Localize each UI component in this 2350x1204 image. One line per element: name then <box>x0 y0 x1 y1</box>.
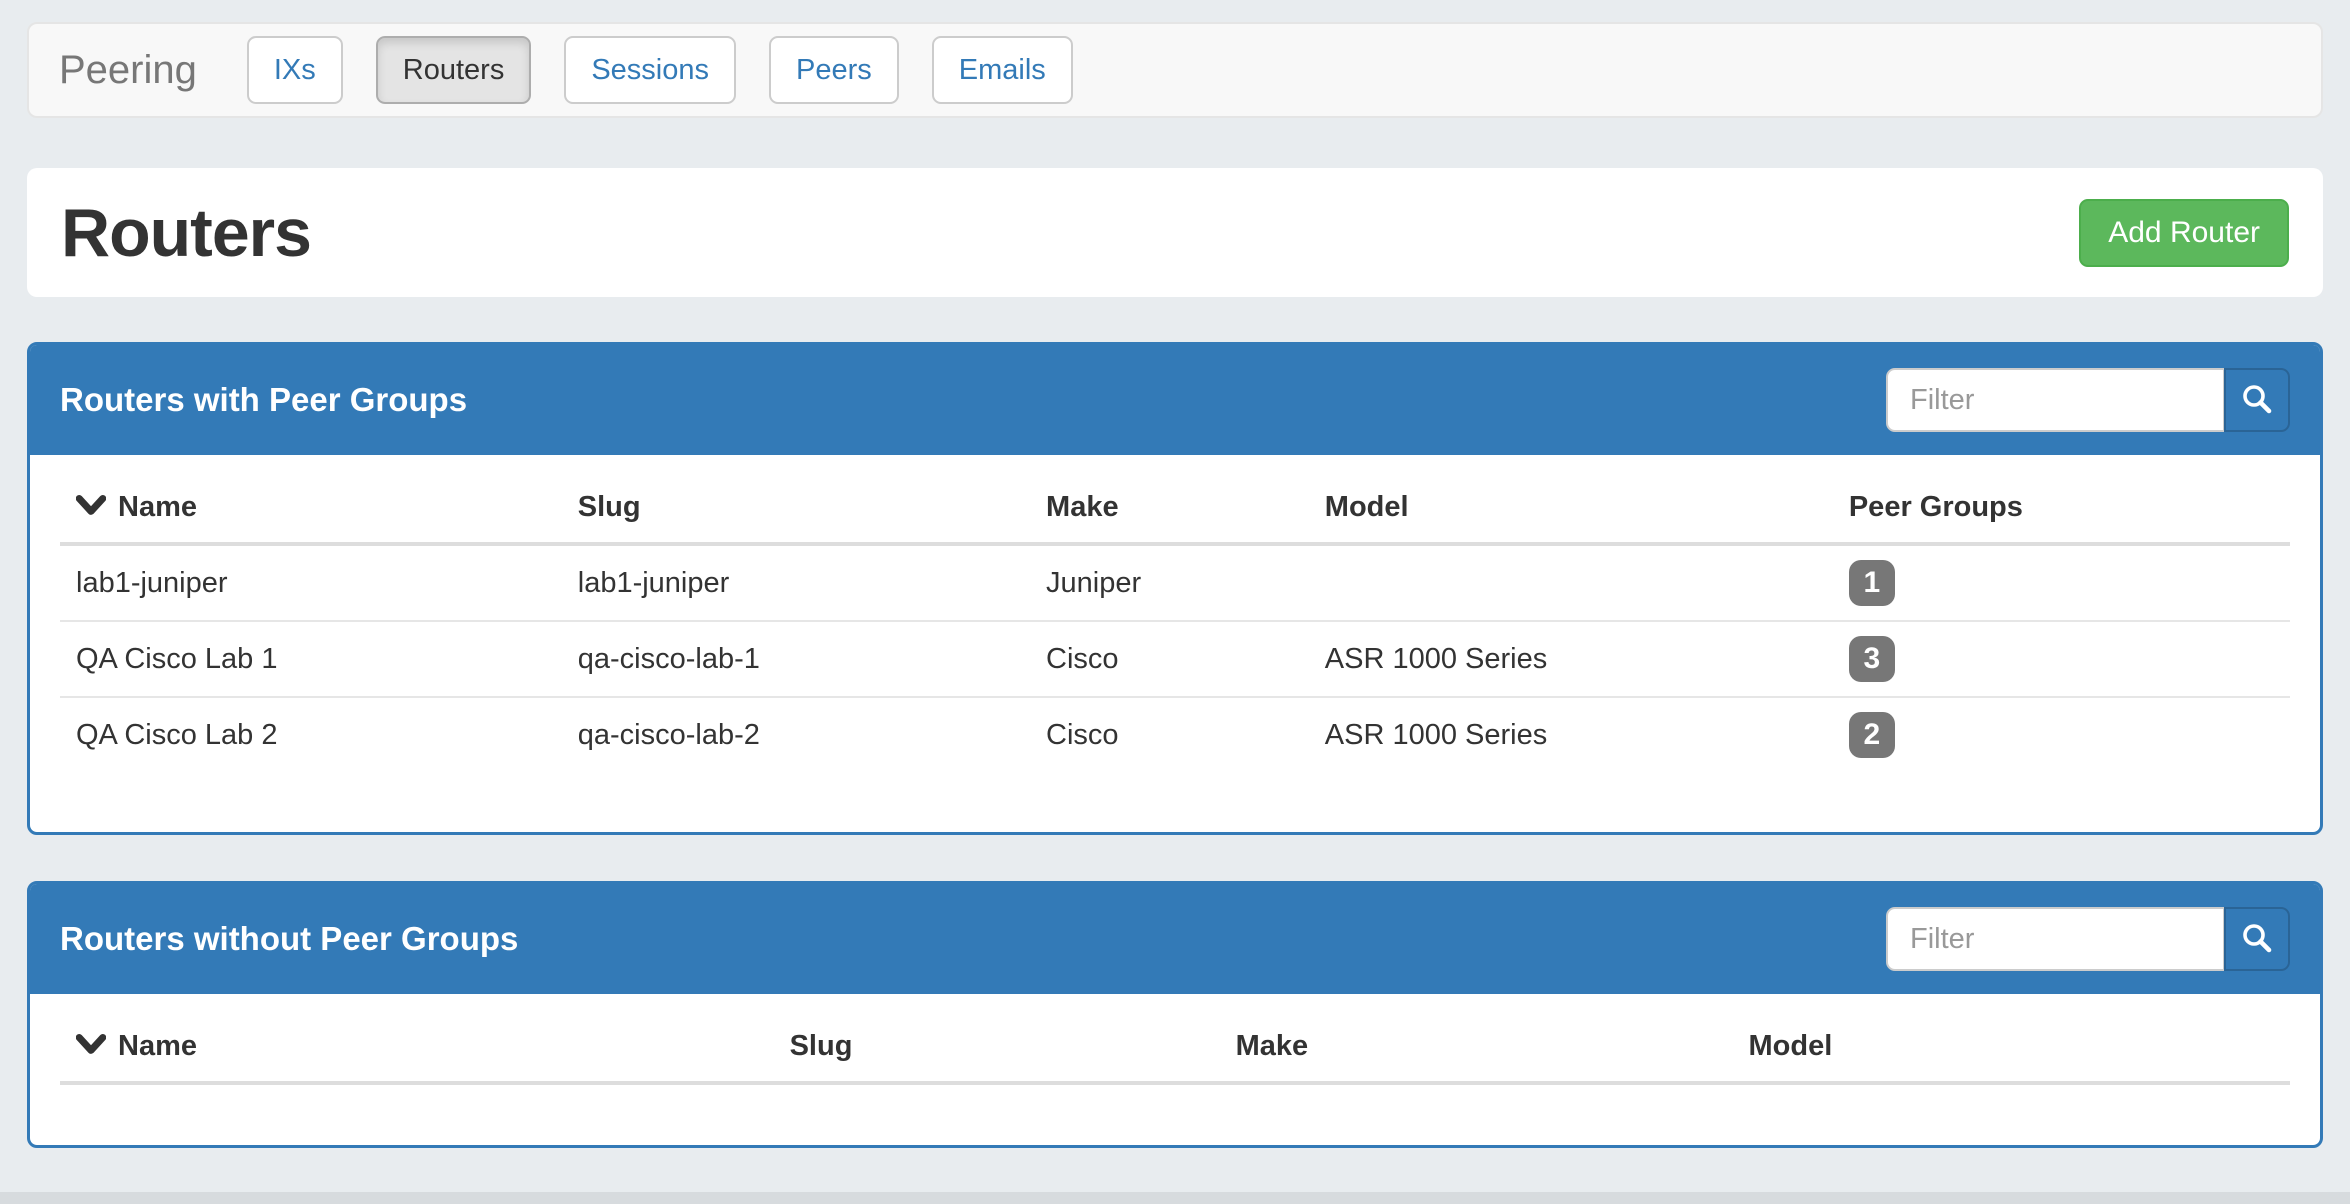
table-row: QA Cisco Lab 2qa-cisco-lab-2CiscoASR 100… <box>60 697 2290 772</box>
window-bottom-edge <box>0 1192 2350 1204</box>
cell-slug: qa-cisco-lab-2 <box>562 697 1030 772</box>
filter-search-button[interactable] <box>2224 907 2290 971</box>
nav-button-emails[interactable]: Emails <box>932 36 1073 104</box>
column-header-slug[interactable]: Slug <box>562 483 1030 544</box>
column-header-slug[interactable]: Slug <box>774 1022 1220 1083</box>
filter-input[interactable] <box>1886 368 2224 432</box>
navbar: Peering IXs Routers Sessions Peers Emails <box>27 22 2323 118</box>
column-header-model[interactable]: Model <box>1309 483 1833 544</box>
panel-body: NameSlugMakeModel <box>30 994 2320 1145</box>
peer-groups-cell: 3 <box>1833 621 2290 697</box>
table-header-row: NameSlugMakeModel <box>60 1022 2290 1083</box>
sort-chevron-down-icon <box>76 1031 106 1063</box>
cell-make: Juniper <box>1030 544 1309 621</box>
peer-groups-cell: 1 <box>1833 544 2290 621</box>
panel-routers-without-peer-groups: Routers without Peer Groups NameSlugMake… <box>27 881 2323 1148</box>
peer-groups-cell: 2 <box>1833 697 2290 772</box>
cell-make: Cisco <box>1030 621 1309 697</box>
navbar-brand[interactable]: Peering <box>59 48 197 93</box>
page-title: Routers <box>61 194 311 272</box>
cell-name: lab1-juniper <box>60 544 562 621</box>
nav-button-routers[interactable]: Routers <box>376 36 532 104</box>
column-header-make[interactable]: Make <box>1030 483 1309 544</box>
add-router-button[interactable]: Add Router <box>2079 199 2289 267</box>
panel-body: NameSlugMakeModelPeer Groupslab1-juniper… <box>30 455 2320 832</box>
nav-button-sessions[interactable]: Sessions <box>564 36 736 104</box>
panel-heading: Routers with Peer Groups <box>30 345 2320 455</box>
column-header-name[interactable]: Name <box>60 1022 774 1083</box>
nav-button-ixs[interactable]: IXs <box>247 36 343 104</box>
cell-name: QA Cisco Lab 1 <box>60 621 562 697</box>
filter-search-button[interactable] <box>2224 368 2290 432</box>
search-icon <box>2240 921 2274 958</box>
filter-group <box>1886 368 2290 432</box>
cell-model: ASR 1000 Series <box>1309 621 1833 697</box>
column-header-model[interactable]: Model <box>1732 1022 2290 1083</box>
nav-button-peers[interactable]: Peers <box>769 36 899 104</box>
filter-group <box>1886 907 2290 971</box>
panel-heading: Routers without Peer Groups <box>30 884 2320 994</box>
table-row: QA Cisco Lab 1qa-cisco-lab-1CiscoASR 100… <box>60 621 2290 697</box>
filter-input[interactable] <box>1886 907 2224 971</box>
cell-model: ASR 1000 Series <box>1309 697 1833 772</box>
cell-slug: qa-cisco-lab-1 <box>562 621 1030 697</box>
table-row: lab1-juniperlab1-juniperJuniper1 <box>60 544 2290 621</box>
routers-with-peer-groups-table: NameSlugMakeModelPeer Groupslab1-juniper… <box>60 483 2290 772</box>
panel-routers-with-peer-groups: Routers with Peer Groups NameSlugMakeMod… <box>27 342 2323 835</box>
cell-slug: lab1-juniper <box>562 544 1030 621</box>
column-header-make[interactable]: Make <box>1220 1022 1733 1083</box>
table-header-row: NameSlugMakeModelPeer Groups <box>60 483 2290 544</box>
column-header-peer-groups[interactable]: Peer Groups <box>1833 483 2290 544</box>
peer-group-count-badge: 3 <box>1849 636 1895 682</box>
panel-title: Routers with Peer Groups <box>60 381 467 419</box>
search-icon <box>2240 382 2274 419</box>
peer-group-count-badge: 2 <box>1849 712 1895 758</box>
panel-title: Routers without Peer Groups <box>60 920 518 958</box>
cell-model <box>1309 544 1833 621</box>
navbar-buttons: IXs Routers Sessions Peers Emails <box>247 36 1106 104</box>
sort-chevron-down-icon <box>76 492 106 524</box>
cell-make: Cisco <box>1030 697 1309 772</box>
cell-name: QA Cisco Lab 2 <box>60 697 562 772</box>
routers-without-peer-groups-table: NameSlugMakeModel <box>60 1022 2290 1085</box>
peer-group-count-badge: 1 <box>1849 560 1895 606</box>
page-header: Routers Add Router <box>27 168 2323 297</box>
column-header-name[interactable]: Name <box>60 483 562 544</box>
